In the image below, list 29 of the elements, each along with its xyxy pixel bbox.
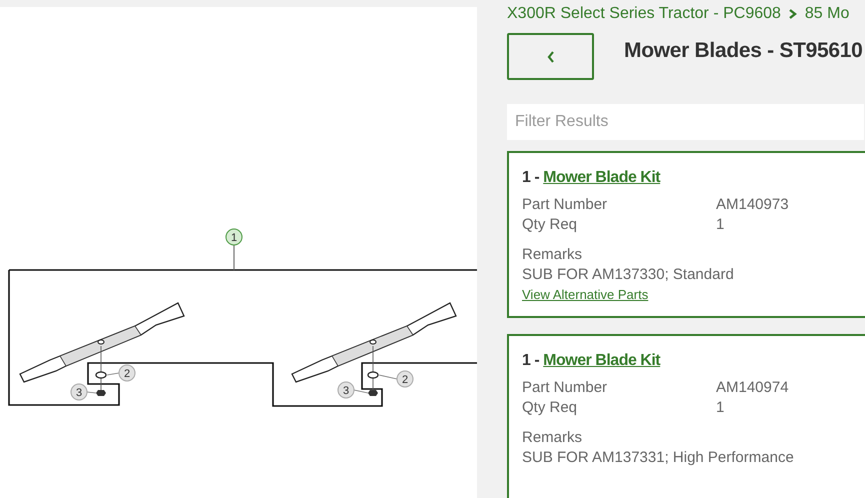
field-value: 1 xyxy=(716,215,724,235)
field-label: Part Number xyxy=(522,378,608,398)
remarks-label: Remarks xyxy=(522,428,584,448)
callout-marker[interactable]: 2 xyxy=(118,364,136,382)
field-value: AM140973 xyxy=(716,195,789,215)
part-name-link[interactable]: Mower Blade Kit xyxy=(543,352,660,370)
callout-marker[interactable]: 3 xyxy=(338,382,354,398)
field-label: Qty Req xyxy=(522,215,578,235)
part-index: 1 - xyxy=(522,169,540,187)
back-button[interactable] xyxy=(507,33,594,80)
breadcrumb-link[interactable]: 85 Mo xyxy=(804,5,850,23)
field-label: Part Number xyxy=(522,195,608,215)
field-value: AM140974 xyxy=(716,378,789,398)
callout-marker[interactable]: 1 xyxy=(226,228,242,246)
chevron-right-icon xyxy=(788,9,797,19)
part-name-link[interactable]: Mower Blade Kit xyxy=(543,169,660,187)
page-title: Mower Blades - ST95610 xyxy=(624,38,862,62)
remarks-text: SUB FOR AM137331; High Performance xyxy=(522,448,795,468)
field-label: Qty Req xyxy=(522,398,578,418)
chevron-left-icon xyxy=(546,50,554,62)
remarks-text: SUB FOR AM137330; Standard xyxy=(522,265,735,285)
part-index: 1 - xyxy=(522,352,540,370)
field-value: 1 xyxy=(716,398,724,418)
alternative-parts-link[interactable]: View Alternative Parts xyxy=(522,287,865,302)
filter-field[interactable]: Filter Results xyxy=(507,104,864,140)
callout-marker[interactable]: 3 xyxy=(70,384,88,400)
remarks-label: Remarks xyxy=(522,245,584,265)
callout-marker[interactable]: 2 xyxy=(396,370,414,388)
breadcrumb-link[interactable]: X300R Select Series Tractor - PC9608 xyxy=(507,5,781,23)
